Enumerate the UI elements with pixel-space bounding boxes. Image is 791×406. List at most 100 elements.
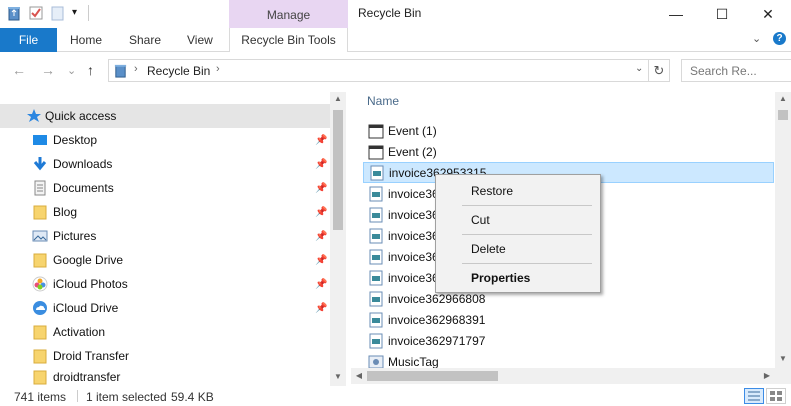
status-bar: 741 items 1 item selected 59.4 KB: [0, 386, 791, 406]
breadcrumb-recycle-bin[interactable]: Recycle Bin: [147, 64, 210, 78]
list-item[interactable]: Event (2): [363, 141, 774, 162]
properties-check-icon[interactable]: [28, 5, 44, 21]
tab-file[interactable]: File: [0, 28, 57, 52]
sidebar-item-documents[interactable]: Documents 📌: [0, 176, 330, 200]
tab-share[interactable]: Share: [129, 28, 161, 52]
menu-item-cut[interactable]: Cut: [471, 213, 490, 227]
menu-item-properties[interactable]: Properties: [471, 271, 530, 285]
star-icon: [26, 108, 42, 124]
recent-locations-button[interactable]: ⌄: [67, 64, 76, 77]
pin-icon[interactable]: 📌: [315, 207, 327, 218]
desktop-icon: [32, 132, 48, 148]
maximize-button[interactable]: ☐: [699, 0, 745, 28]
tab-home[interactable]: Home: [70, 28, 102, 52]
forward-button[interactable]: →: [41, 62, 55, 78]
sidebar-item-downloads[interactable]: Downloads 📌: [0, 152, 330, 176]
file-name: invoice362971797: [388, 333, 486, 348]
large-icons-view-button[interactable]: [766, 388, 786, 404]
pin-icon[interactable]: 📌: [315, 159, 327, 170]
up-button[interactable]: ↑: [87, 62, 94, 78]
downloads-icon: [32, 156, 48, 172]
ribbon-collapse-icon[interactable]: ⌄: [752, 32, 761, 45]
menu-divider: [462, 205, 592, 206]
tab-recycle-bin-tools[interactable]: Recycle Bin Tools: [229, 28, 348, 52]
scroll-up-arrow[interactable]: ▲: [775, 94, 791, 103]
quick-access-toolbar: ▾: [6, 5, 89, 21]
address-bar[interactable]: › Recycle Bin › ⌄: [108, 59, 649, 82]
file-name: invoice36: [388, 270, 439, 285]
sidebar-item-desktop[interactable]: Desktop 📌: [0, 128, 330, 152]
manage-tab-label[interactable]: Manage: [229, 8, 348, 22]
scroll-right-arrow[interactable]: ▶: [759, 371, 775, 380]
pin-icon[interactable]: 📌: [315, 279, 327, 290]
new-folder-icon[interactable]: [50, 5, 66, 21]
pin-icon[interactable]: 📌: [315, 135, 327, 146]
menu-item-restore[interactable]: Restore: [471, 184, 513, 198]
close-button[interactable]: ✕: [745, 0, 791, 28]
sidebar-item-label: Desktop: [53, 133, 98, 147]
scrollbar-corner: [775, 368, 791, 384]
scroll-left-arrow[interactable]: ◀: [351, 371, 367, 380]
address-dropdown-icon[interactable]: ⌄: [635, 63, 643, 74]
image-file-icon: [368, 207, 384, 223]
list-item[interactable]: MusicTag: [363, 351, 774, 368]
list-item[interactable]: invoice362968391: [363, 309, 774, 330]
documents-icon: [32, 180, 48, 196]
sidebar-item-label: droidtransfer: [53, 370, 121, 384]
pin-icon[interactable]: 📌: [315, 183, 327, 194]
scroll-up-arrow[interactable]: ▲: [330, 94, 346, 103]
sidebar-item-blog[interactable]: Blog 📌: [0, 200, 330, 224]
scroll-down-arrow[interactable]: ▼: [775, 354, 791, 363]
search-input[interactable]: Search Re...: [681, 59, 791, 82]
sidebar-item-label: Pictures: [53, 229, 97, 243]
sidebar-item-google-drive[interactable]: Google Drive 📌: [0, 248, 330, 272]
list-item[interactable]: invoice362971797: [363, 330, 774, 351]
scrollbar-thumb[interactable]: [778, 110, 788, 120]
image-file-icon: [368, 312, 384, 328]
sidebar-item-droidtransfer[interactable]: droidtransfer: [0, 368, 330, 386]
minimize-button[interactable]: —: [653, 0, 699, 28]
file-name: invoice36: [388, 207, 439, 222]
refresh-button[interactable]: ↻: [649, 59, 670, 82]
sidebar-item-icloud-drive[interactable]: iCloud Drive 📌: [0, 296, 330, 320]
sidebar-item-label: iCloud Photos: [53, 277, 128, 291]
pin-icon[interactable]: 📌: [315, 255, 327, 266]
back-button[interactable]: ←: [12, 62, 26, 78]
breadcrumb-separator[interactable]: ›: [134, 63, 138, 75]
app-icon: [368, 354, 384, 368]
file-list-scrollbar[interactable]: ▲ ▼: [775, 92, 791, 368]
folder-icon: [32, 348, 48, 364]
pictures-icon: [32, 228, 48, 244]
sidebar-item-activation[interactable]: Activation: [0, 320, 330, 344]
details-view-button[interactable]: [744, 388, 764, 404]
file-name: Event (2): [388, 144, 437, 159]
file-name: invoice362966808: [388, 291, 486, 306]
sidebar-item-icloud-photos[interactable]: iCloud Photos 📌: [0, 272, 330, 296]
pin-icon[interactable]: 📌: [315, 231, 327, 242]
scrollbar-thumb[interactable]: [333, 110, 343, 230]
recycle-bin-icon: [113, 63, 128, 78]
nav-pane-scrollbar[interactable]: ▲ ▼: [330, 92, 346, 386]
sidebar-item-label: Droid Transfer: [53, 349, 130, 363]
breadcrumb-separator-trailing[interactable]: ›: [216, 63, 220, 75]
sidebar-item-droid-transfer[interactable]: Droid Transfer: [0, 344, 330, 368]
image-file-icon: [368, 333, 384, 349]
sidebar-item-pictures[interactable]: Pictures 📌: [0, 224, 330, 248]
customize-toolbar-icon[interactable]: ▾: [72, 5, 82, 21]
scroll-down-arrow[interactable]: ▼: [330, 372, 346, 381]
help-icon[interactable]: ?: [773, 32, 786, 45]
tab-view[interactable]: View: [187, 28, 213, 52]
pin-icon[interactable]: 📌: [315, 303, 327, 314]
file-name: invoice36: [388, 249, 439, 264]
horizontal-scrollbar[interactable]: ◀ ▶: [351, 368, 775, 384]
image-file-icon: [368, 270, 384, 286]
menu-item-delete[interactable]: Delete: [471, 242, 506, 256]
list-item[interactable]: Event (1): [363, 120, 774, 141]
sidebar-item-quick-access[interactable]: Quick access: [0, 104, 330, 128]
scrollbar-thumb[interactable]: [367, 371, 498, 381]
ribbon-bar: [0, 28, 791, 52]
status-item-count: 741 items: [14, 390, 67, 404]
folder-icon: [32, 324, 48, 340]
sidebar-item-label: iCloud Drive: [53, 301, 119, 315]
column-header-name[interactable]: Name: [367, 94, 399, 108]
